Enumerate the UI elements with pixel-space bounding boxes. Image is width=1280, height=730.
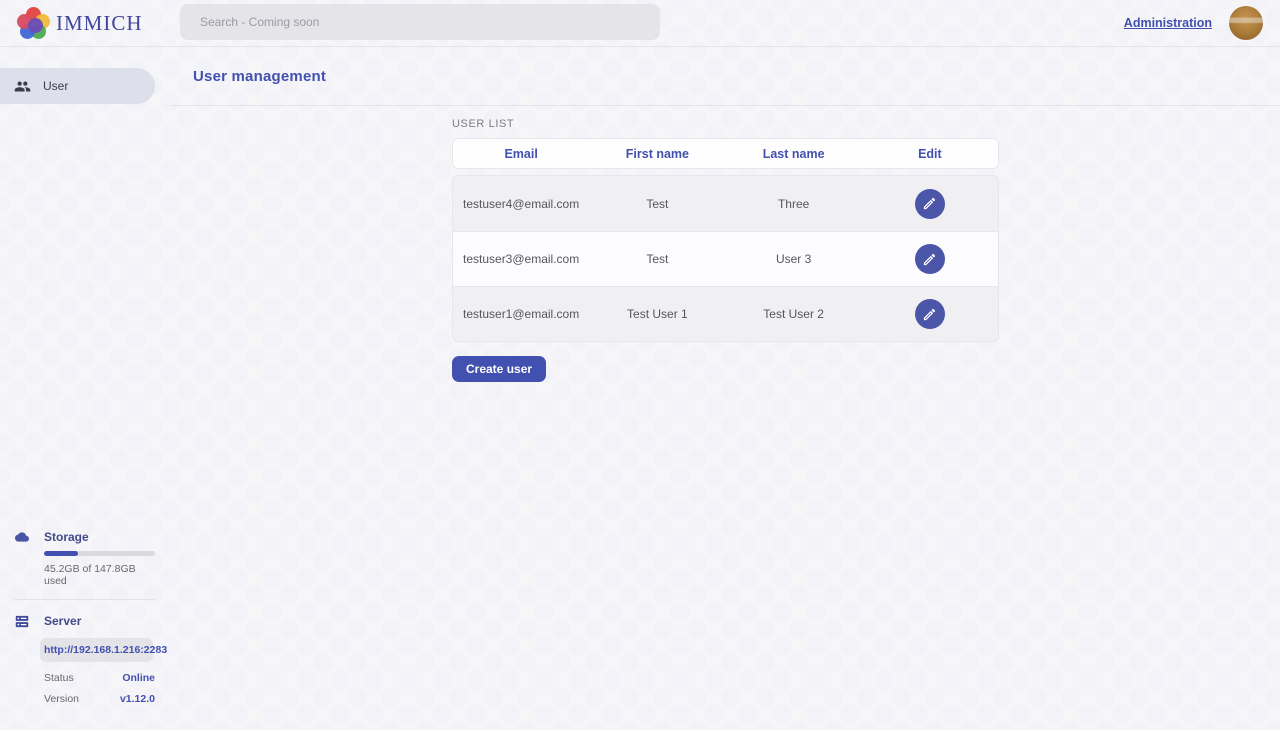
table-row: testuser3@email.comTestUser 3 <box>453 231 998 286</box>
cloud-icon <box>13 530 31 544</box>
table-cell: User 3 <box>726 252 862 266</box>
table-row: testuser4@email.comTestThree <box>453 176 998 231</box>
table-cell: Test User 1 <box>589 307 725 321</box>
sidebar-item-label: User <box>43 79 68 93</box>
table-cell: testuser4@email.com <box>453 197 589 211</box>
table-cell: testuser1@email.com <box>453 307 589 321</box>
edit-user-button[interactable] <box>915 299 945 329</box>
pencil-icon <box>922 252 937 267</box>
main-panel: User management USER LIST EmailFirst nam… <box>171 47 1280 730</box>
sidebar-divider <box>14 599 155 600</box>
info-label: Status <box>44 672 74 684</box>
user-avatar[interactable] <box>1229 6 1263 40</box>
edit-cell <box>862 299 998 329</box>
info-value: Online <box>122 672 155 684</box>
storage-progress-fill <box>44 551 78 556</box>
column-header: Edit <box>862 147 998 161</box>
edit-user-button[interactable] <box>915 189 945 219</box>
page-header: User management <box>171 47 1280 106</box>
info-label: Version <box>44 693 79 705</box>
users-icon <box>14 78 31 95</box>
server-icon <box>13 614 31 629</box>
user-list-section: USER LIST EmailFirst nameLast nameEdit t… <box>452 106 999 382</box>
column-header: First name <box>589 147 725 161</box>
info-value: v1.12.0 <box>120 693 155 705</box>
create-user-button[interactable]: Create user <box>452 356 546 382</box>
storage-usage-text: 45.2GB of 147.8GB used <box>44 563 155 587</box>
table-cell: Test <box>589 252 725 266</box>
column-header: Email <box>453 147 589 161</box>
table-cell: testuser3@email.com <box>453 252 589 266</box>
server-info-row: Status Online <box>44 672 155 684</box>
section-label: USER LIST <box>452 118 999 130</box>
edit-user-button[interactable] <box>915 244 945 274</box>
administration-link[interactable]: Administration <box>1124 16 1212 30</box>
sidebar-footer: Storage 45.2GB of 147.8GB used Server ht… <box>0 530 155 730</box>
table-header-row: EmailFirst nameLast nameEdit <box>452 138 999 169</box>
server-section-title: Server <box>44 614 81 628</box>
table-row: testuser1@email.comTest User 1Test User … <box>453 286 998 341</box>
server-info-row: Version v1.12.0 <box>44 693 155 705</box>
server-info-rows: Status Online Version v1.12.0 <box>44 672 155 705</box>
storage-progress-bar <box>44 551 155 556</box>
brand: IMMICH <box>17 7 143 40</box>
server-url: http://192.168.1.216:2283 <box>40 638 153 662</box>
table-body: testuser4@email.comTestThreetestuser3@em… <box>452 175 999 342</box>
edit-cell <box>862 189 998 219</box>
immich-logo-icon <box>17 7 50 40</box>
pencil-icon <box>922 196 937 211</box>
table-cell: Test User 2 <box>726 307 862 321</box>
table-cell: Three <box>726 197 862 211</box>
storage-section-title: Storage <box>44 530 89 544</box>
pencil-icon <box>922 307 937 322</box>
page-title: User management <box>193 68 326 85</box>
edit-cell <box>862 244 998 274</box>
sidebar: User Storage 45.2GB of 147.8GB used <box>0 47 155 730</box>
sidebar-item-user[interactable]: User <box>0 68 155 104</box>
brand-name: IMMICH <box>56 11 143 36</box>
search-input[interactable] <box>180 4 660 40</box>
table-cell: Test <box>589 197 725 211</box>
top-navigation-bar: IMMICH Administration <box>0 0 1280 47</box>
column-header: Last name <box>726 147 862 161</box>
